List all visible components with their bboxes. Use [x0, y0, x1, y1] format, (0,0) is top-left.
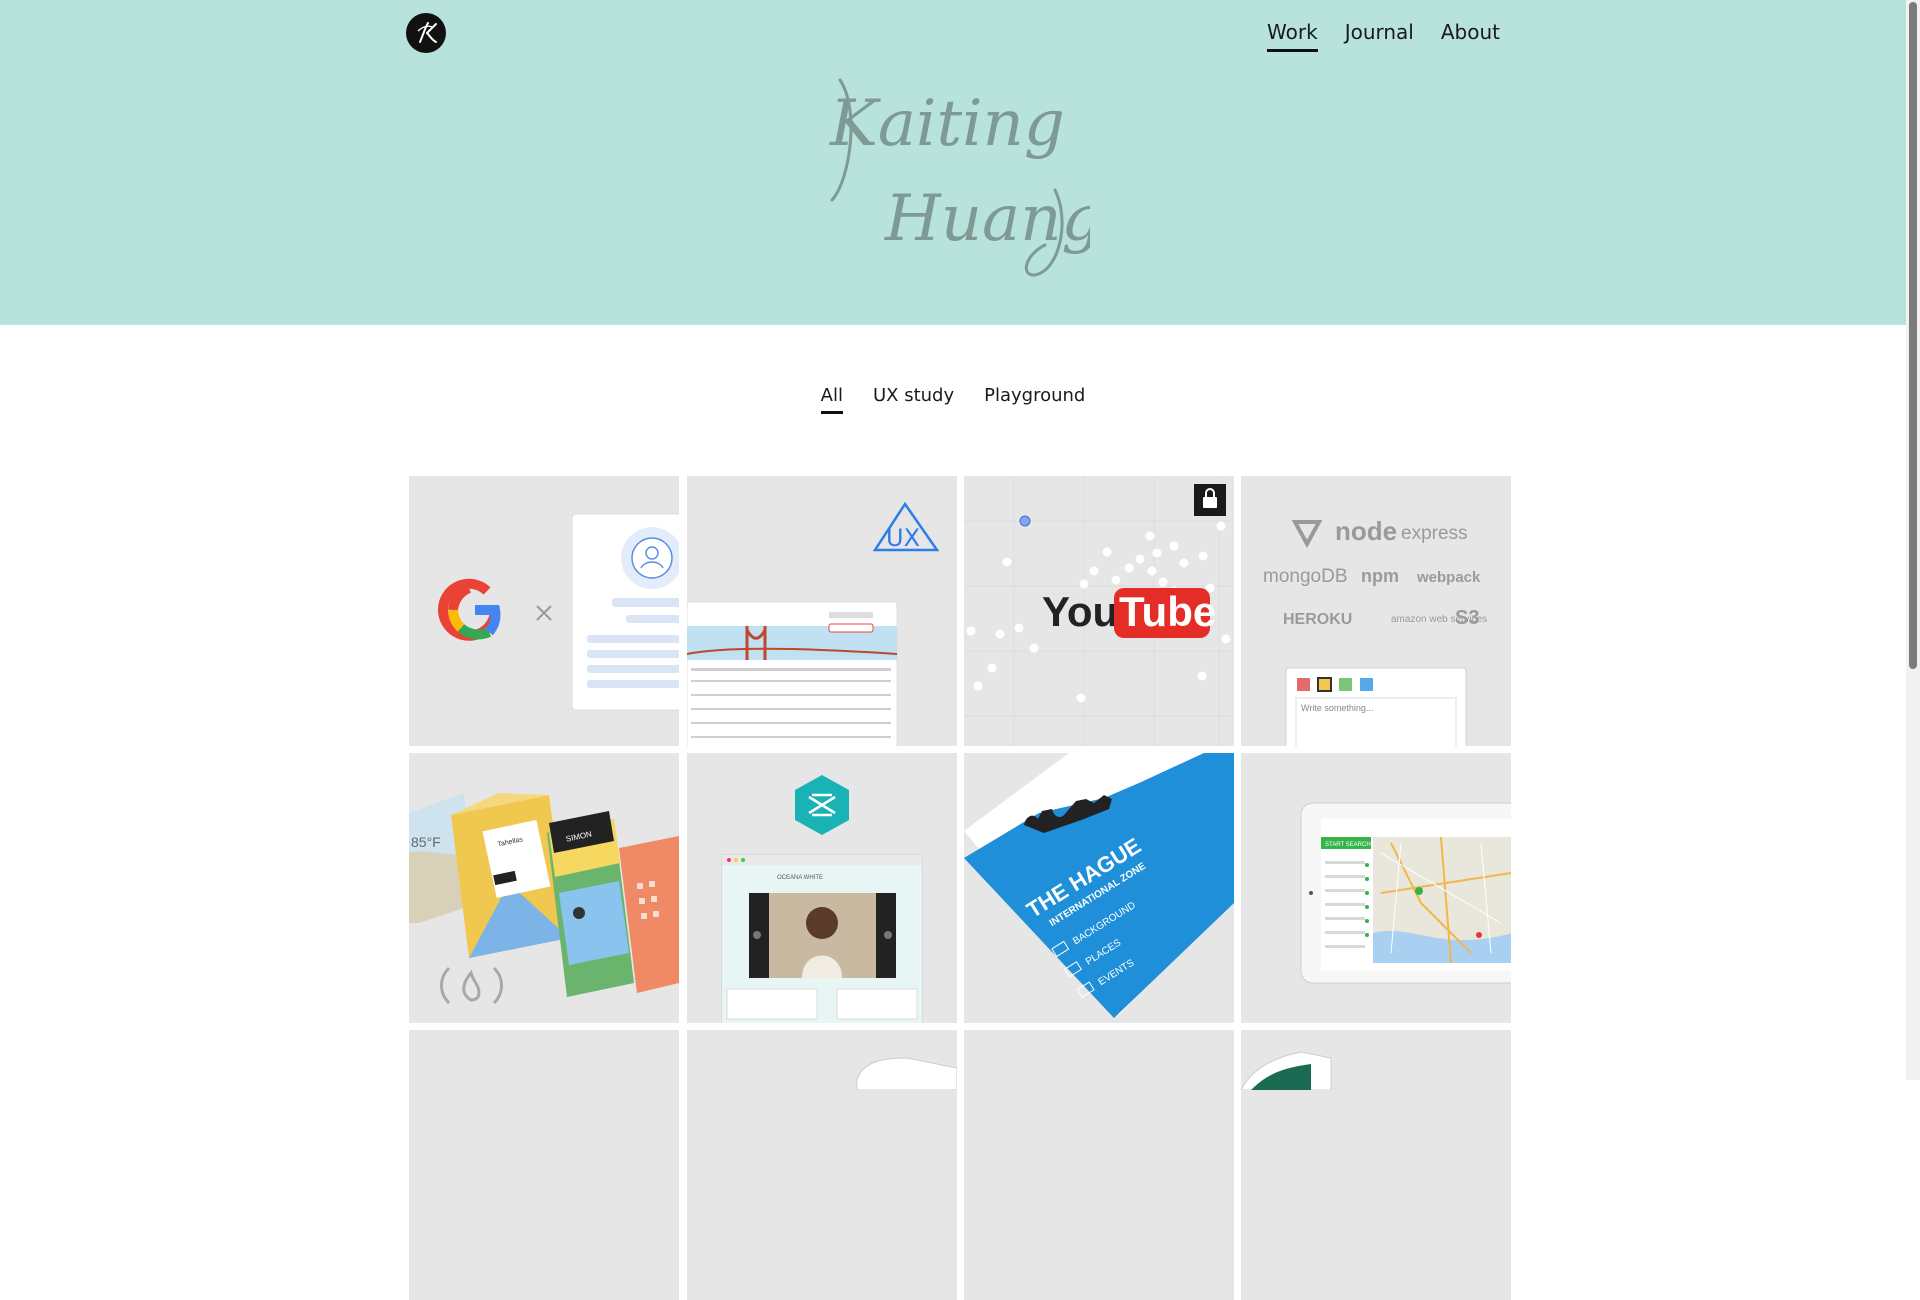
project-tile-partial-4[interactable] [1241, 1030, 1511, 1300]
logo-monogram [417, 22, 437, 43]
youtube-you-text: You [1042, 588, 1118, 635]
ux-mountain-icon: UX [872, 501, 940, 552]
mongodb-logo: mongoDB [1263, 566, 1348, 587]
map-tablet-illustration: START SEARCH [1300, 802, 1511, 984]
ux-table-illustration: UX [687, 501, 940, 746]
previous-arrow-icon [753, 931, 761, 939]
nav-about[interactable]: About [1441, 20, 1500, 52]
filter-ux-study[interactable]: UX study [873, 385, 954, 414]
node-logo: node [1335, 516, 1397, 546]
weather-cards-illustration: 85°F Tahellas SIMON [409, 793, 679, 1005]
tech-stack-illustration: node express mongoDB npm webpack HEROKU … [1263, 516, 1487, 746]
filter-playground[interactable]: Playground [984, 385, 1085, 414]
youtube-tube-text: Tube [1119, 588, 1216, 635]
project-tile-stack[interactable]: node express mongoDB npm webpack HEROKU … [1241, 476, 1511, 746]
map-pin-icon [1415, 887, 1423, 895]
nav-work[interactable]: Work [1267, 20, 1318, 52]
logo-icon[interactable] [406, 13, 446, 53]
project-tile-google[interactable] [409, 476, 679, 746]
hexagon-logo-icon [795, 775, 849, 835]
gallery-illustration: OCEANA WHITE [721, 775, 923, 1023]
partial-phone-illustration [1241, 1051, 1332, 1090]
scrollbar-thumb[interactable] [1909, 2, 1917, 669]
hero-header: Work Journal About Kaiting Huang [0, 0, 1906, 325]
project-filters: All UX study Playground [0, 385, 1906, 414]
gallery-caption: OCEANA WHITE [777, 875, 823, 881]
project-tile-partial-2[interactable] [687, 1030, 957, 1300]
project-tile-ux-table[interactable]: UX [687, 476, 957, 746]
note-placeholder: Write something... [1301, 703, 1373, 713]
close-icon [536, 605, 552, 621]
page-scrollbar[interactable] [1906, 0, 1920, 1080]
s3-logo: S3 [1455, 607, 1479, 629]
express-logo: express [1401, 523, 1468, 544]
heroku-logo: HEROKU [1283, 611, 1352, 628]
webpack-logo: webpack [1416, 569, 1481, 586]
youtube-illustration: You Tube [964, 476, 1234, 746]
fire-icon [440, 966, 503, 1005]
project-tile-the-hague[interactable]: THE HAGUE INTERNATIONAL ZONE BACKGROUND … [964, 753, 1234, 1023]
map-search-button: START SEARCH [1325, 842, 1371, 848]
project-tile-partial-3[interactable] [964, 1030, 1234, 1300]
nav-journal[interactable]: Journal [1345, 20, 1414, 52]
ux-logo-text: UX [886, 524, 920, 552]
vue-icon [1291, 520, 1323, 549]
project-tile-map[interactable]: START SEARCH [1241, 753, 1511, 1023]
signature-line-1: Kaiting [829, 87, 1065, 161]
npm-logo: npm [1361, 566, 1399, 586]
weather-temperature: 85°F [411, 834, 441, 850]
the-hague-illustration: THE HAGUE INTERNATIONAL ZONE BACKGROUND … [964, 753, 1234, 1018]
project-tile-youtube[interactable]: You Tube [964, 476, 1234, 746]
google-g-icon [438, 578, 501, 641]
signature-logo: Kaiting Huang [829, 78, 1090, 277]
project-tile-gallery[interactable]: OCEANA WHITE [687, 753, 957, 1023]
project-tile-weather[interactable]: 85°F Tahellas SIMON [409, 753, 679, 1023]
next-arrow-icon [884, 931, 892, 939]
main-nav: Work Journal About [1267, 20, 1500, 52]
project-tile-partial-1[interactable] [409, 1030, 679, 1300]
filter-all[interactable]: All [820, 385, 844, 414]
google-signin-illustration [438, 513, 679, 711]
map-pin-icon [1476, 932, 1482, 938]
partial-device-illustration [856, 1057, 957, 1090]
